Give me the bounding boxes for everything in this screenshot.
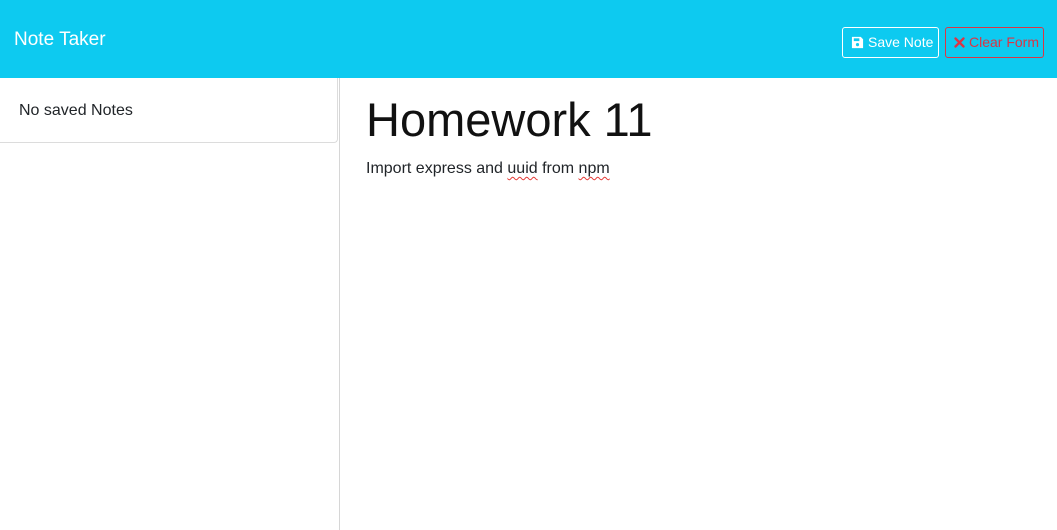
brand-title[interactable]: Note Taker bbox=[14, 28, 106, 52]
note-text-part: from bbox=[537, 160, 579, 177]
list-item: No saved Notes bbox=[0, 78, 338, 143]
save-note-label: Save Note bbox=[868, 34, 934, 50]
notes-sidebar: No saved Notes bbox=[0, 78, 340, 530]
x-icon bbox=[954, 37, 965, 48]
note-text-part: npm bbox=[578, 160, 610, 177]
empty-notes-message: No saved Notes bbox=[19, 102, 133, 119]
clear-form-button[interactable]: Clear Form bbox=[945, 27, 1044, 58]
save-note-button[interactable]: Save Note bbox=[842, 27, 939, 58]
note-text-part: Import express and bbox=[366, 160, 508, 177]
note-editor: Import express and uuid from npm bbox=[341, 78, 1057, 530]
note-title-input[interactable] bbox=[366, 91, 1026, 149]
clear-form-label: Clear Form bbox=[969, 34, 1040, 50]
note-text-part: uuid bbox=[507, 160, 538, 177]
note-text-area[interactable]: Import express and uuid from npm bbox=[366, 159, 1026, 519]
floppy-disk-icon bbox=[851, 36, 864, 49]
navbar: Note Taker Save Note Clear Form bbox=[0, 0, 1057, 78]
